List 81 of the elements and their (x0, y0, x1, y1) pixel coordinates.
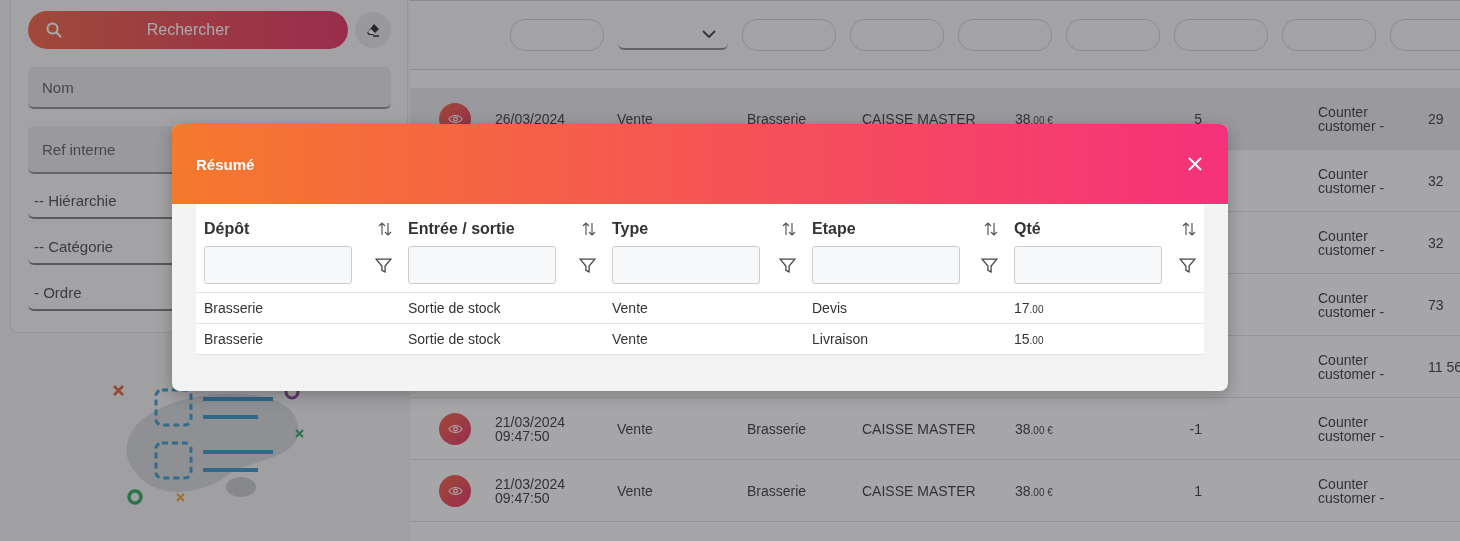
quantity-cell: 5 (1194, 110, 1202, 127)
total-cell: 32 (1428, 172, 1444, 189)
filter-icon[interactable] (375, 256, 392, 274)
column-header: Entrée / sortie (408, 220, 515, 238)
sort-icon[interactable] (984, 222, 998, 236)
total-cell: 29 (1428, 110, 1444, 127)
total-cell: 32 (1428, 234, 1444, 251)
date-cell: 21/03/2024 09:47:50 (495, 476, 566, 505)
column-header: Etape (812, 220, 856, 238)
quantity-cell-text: 17.00 (1013, 300, 1045, 316)
column-filter-input[interactable] (812, 246, 960, 284)
table-cell-text: Devis (811, 300, 848, 316)
date-cell: 26/03/2024 (495, 111, 566, 126)
filter-icon[interactable] (579, 256, 596, 274)
register-cell: CAISSE MASTER (862, 482, 976, 499)
type-cell: Vente (617, 420, 653, 437)
register-cell: CAISSE MASTER (862, 420, 976, 437)
amount-cell: 38.00 € (1015, 110, 1053, 127)
date-cell: 21/03/2024 09:47:50 (495, 414, 566, 443)
table-cell-text: Livraison (811, 331, 870, 347)
view-button[interactable] (439, 412, 471, 445)
type-cell: Vente (617, 482, 653, 499)
column-filter-input[interactable] (408, 246, 556, 284)
quantity-cell-text: 15.00 (1013, 331, 1045, 347)
column-header: Qté (1014, 220, 1041, 238)
eye-icon (447, 423, 463, 434)
sort-icon[interactable] (1182, 222, 1196, 236)
chevron-down-icon (702, 30, 716, 38)
quantity-cell: -1 (1189, 420, 1202, 437)
column-filter-field[interactable] (1390, 19, 1460, 51)
filter-icon[interactable] (981, 256, 998, 274)
column-filter-field[interactable] (742, 19, 836, 51)
customer-cell-text: Counter customer - (1318, 228, 1386, 257)
close-icon (1188, 157, 1202, 171)
column-filter-input[interactable] (1014, 246, 1162, 284)
eye-icon (447, 113, 463, 124)
column-filter-input[interactable] (204, 246, 352, 284)
customer-cell-text: Counter customer - (1318, 476, 1386, 505)
customer-cell-text: Counter customer - (1318, 414, 1386, 443)
table-cell-text: Sortie de stock (407, 300, 502, 316)
table-cell-text: Brasserie (203, 300, 265, 316)
column-filter-input[interactable] (612, 246, 760, 284)
filter-icon[interactable] (1179, 256, 1196, 274)
clear-button[interactable] (355, 12, 391, 48)
search-icon (46, 22, 62, 38)
column-header: Type (612, 220, 649, 238)
column-filter-field[interactable] (850, 19, 944, 51)
eye-icon (447, 485, 463, 496)
column-filter-field[interactable] (1174, 19, 1268, 51)
sort-icon[interactable] (582, 222, 596, 236)
amount-cell: 38.00 € (1015, 420, 1053, 437)
column-filter-field[interactable] (1066, 19, 1160, 51)
view-button[interactable] (439, 474, 471, 507)
customer-cell-text: Counter customer - (1318, 166, 1386, 195)
type-cell: Vente (617, 110, 653, 127)
customer-cell-text: Counter customer - (1318, 290, 1386, 319)
filter-input[interactable]: Nom (28, 67, 391, 109)
total-cell: 73 (1428, 296, 1444, 313)
quantity-cell: 1 (1194, 482, 1202, 499)
eraser-icon (365, 22, 382, 38)
column-header: Dépôt (204, 220, 250, 238)
customer-cell-text: Counter customer - (1318, 352, 1386, 381)
search-button[interactable]: Rechercher (28, 11, 349, 49)
column-filter-field[interactable] (1282, 19, 1376, 51)
depot-cell: Brasserie (747, 482, 807, 499)
sort-icon[interactable] (378, 222, 392, 236)
dialog-title: Résumé (196, 155, 255, 173)
close-button[interactable] (1186, 155, 1204, 173)
sort-icon[interactable] (782, 222, 796, 236)
depot-cell: Brasserie (747, 420, 807, 437)
table-cell-text: Vente (611, 331, 649, 347)
column-filter-field[interactable] (510, 19, 604, 51)
column-filter-field[interactable] (958, 19, 1052, 51)
table-cell-text: Sortie de stock (407, 331, 502, 347)
customer-cell-text: Counter customer - (1318, 104, 1386, 133)
amount-cell: 38.00 € (1015, 482, 1053, 499)
filter-icon[interactable] (779, 256, 796, 274)
table-cell-text: Vente (611, 300, 649, 316)
table-cell-text: Brasserie (203, 331, 265, 347)
depot-cell: Brasserie (747, 110, 807, 127)
register-cell: CAISSE MASTER (862, 110, 976, 127)
